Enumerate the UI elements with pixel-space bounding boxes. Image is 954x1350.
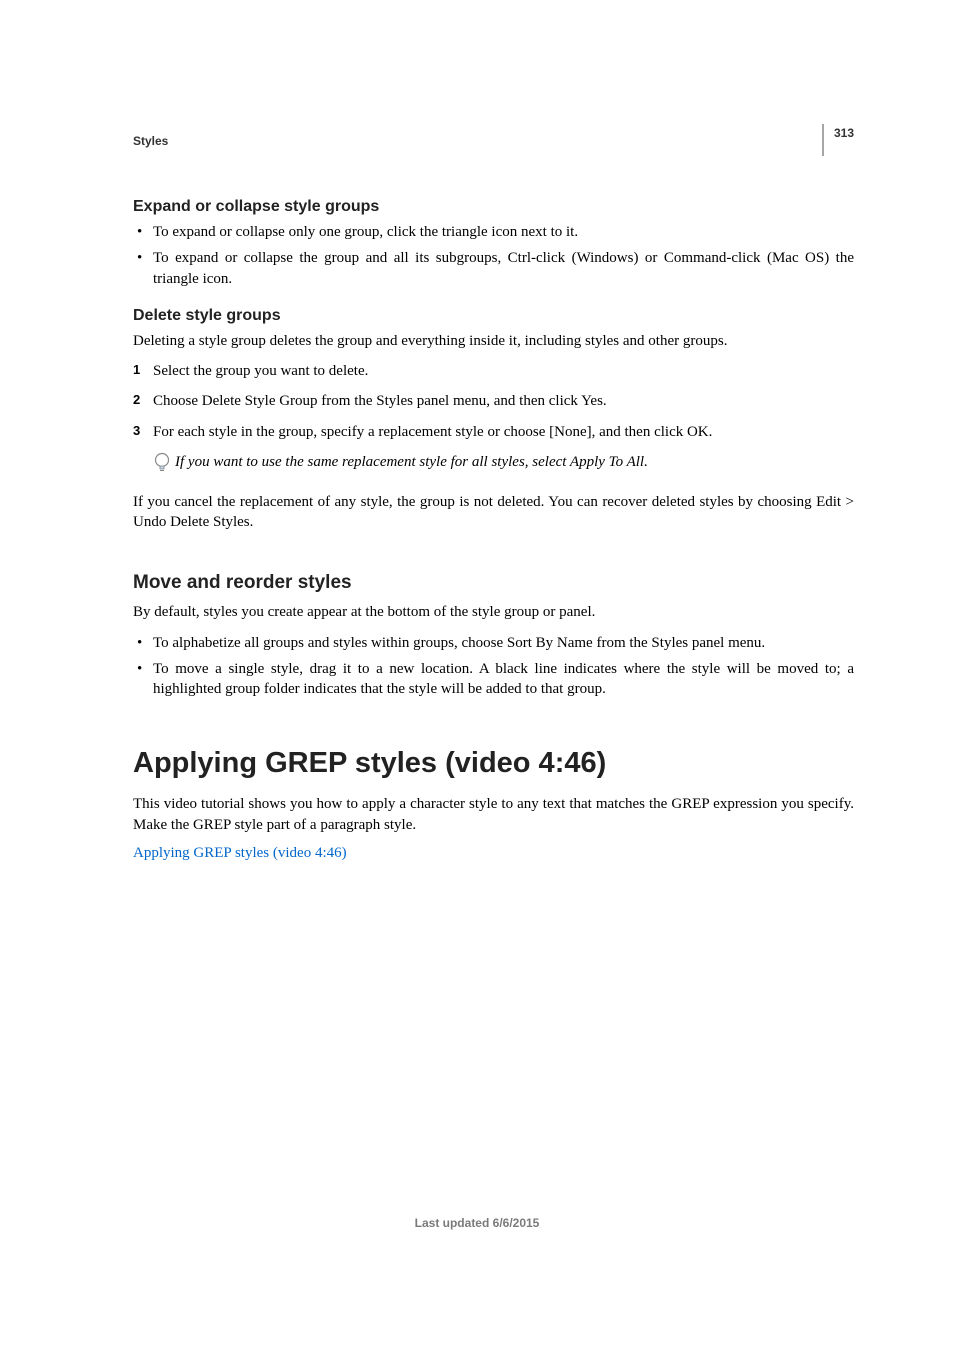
- heading-move-reorder: Move and reorder styles: [133, 572, 854, 594]
- chapter-label: Styles: [133, 134, 854, 148]
- grep-video-link[interactable]: Applying GREP styles (video 4:46): [133, 845, 854, 862]
- delete-intro: Deleting a style group deletes the group…: [133, 331, 854, 351]
- page: 313 Styles Expand or collapse style grou…: [0, 0, 954, 1350]
- lightbulb-icon: [153, 452, 171, 474]
- heading-delete-groups: Delete style groups: [133, 307, 854, 325]
- tip-text: If you want to use the same replacement …: [175, 452, 648, 472]
- list-item: To expand or collapse only one group, cl…: [133, 222, 854, 242]
- list-item: Choose Delete Style Group from the Style…: [133, 391, 854, 411]
- list-item: To alphabetize all groups and styles wit…: [133, 633, 854, 653]
- list-item: To move a single style, drag it to a new…: [133, 659, 854, 700]
- heading-expand-collapse: Expand or collapse style groups: [133, 198, 854, 216]
- expand-bullets: To expand or collapse only one group, cl…: [133, 222, 854, 289]
- move-intro: By default, styles you create appear at …: [133, 602, 854, 622]
- list-item: For each style in the group, specify a r…: [133, 422, 854, 442]
- list-item: To expand or collapse the group and all …: [133, 248, 854, 289]
- move-bullets: To alphabetize all groups and styles wit…: [133, 633, 854, 700]
- tip-row: If you want to use the same replacement …: [153, 452, 854, 474]
- delete-after: If you cancel the replacement of any sty…: [133, 492, 854, 533]
- page-number-box: 313: [822, 124, 854, 156]
- page-number: 313: [834, 126, 854, 140]
- list-item: Select the group you want to delete.: [133, 361, 854, 381]
- delete-steps: Select the group you want to delete. Cho…: [133, 361, 854, 442]
- heading-grep: Applying GREP styles (video 4:46): [133, 747, 854, 780]
- grep-body: This video tutorial shows you how to app…: [133, 794, 854, 835]
- footer-last-updated: Last updated 6/6/2015: [0, 1216, 954, 1230]
